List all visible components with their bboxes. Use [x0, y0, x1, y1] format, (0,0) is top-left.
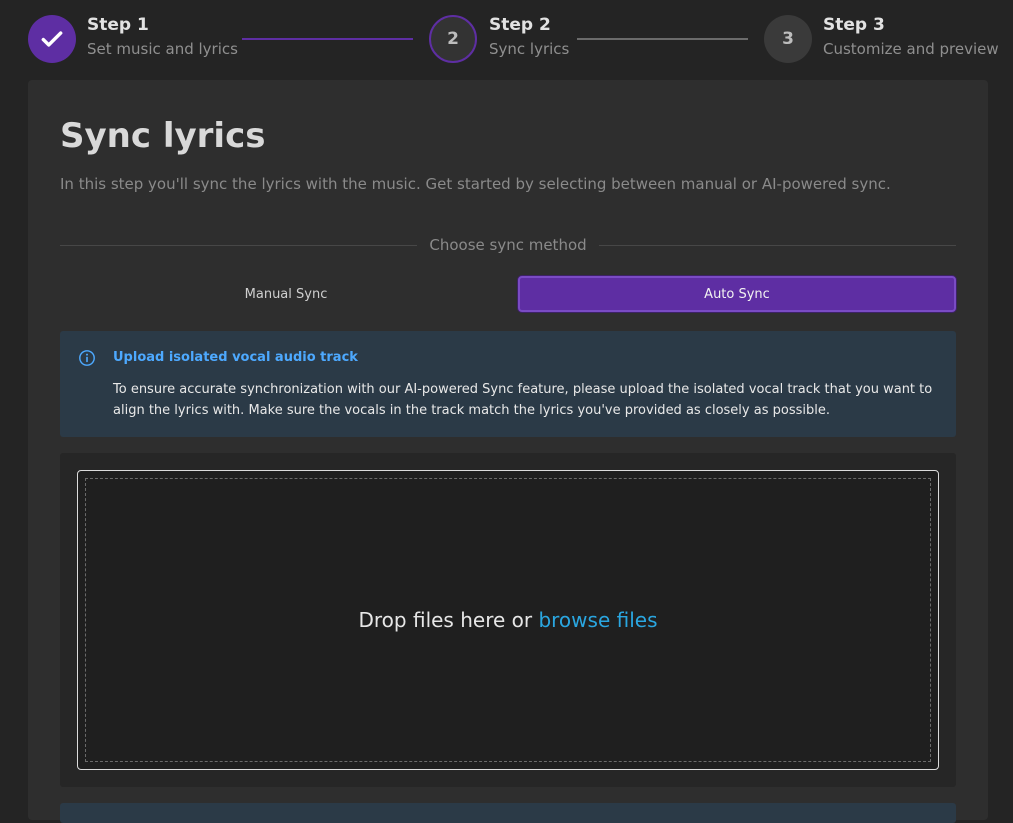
file-dropzone[interactable]: Drop files here or browse files [77, 470, 939, 770]
dropzone-prompt: Drop files here or [358, 608, 539, 632]
step-2-number: 2 [447, 29, 459, 49]
sync-method-divider: Choose sync method [60, 234, 957, 256]
step-2-subtitle: Sync lyrics [489, 40, 570, 58]
connector-1 [242, 38, 413, 40]
stepper: Step 1 Set music and lyrics 2 Step 2 Syn… [0, 0, 1013, 80]
dropzone-text: Drop files here or browse files [359, 608, 658, 632]
divider-line-left [60, 244, 418, 246]
alert-title: Upload isolated vocal audio track [113, 350, 358, 365]
sync-card: Sync lyrics In this step you'll sync the… [28, 80, 988, 823]
step-3-subtitle: Customize and preview [823, 40, 999, 58]
connector-2 [577, 38, 748, 40]
divider-line-right [598, 244, 957, 246]
step-1-title: Step 1 [87, 15, 149, 35]
dropzone-container: Drop files here or browse files [60, 453, 956, 787]
dropzone-dashed-area[interactable]: Drop files here or browse files [85, 478, 931, 762]
alert-body: To ensure accurate synchronization with … [113, 382, 933, 418]
step-2-circle[interactable]: 2 [429, 15, 477, 63]
step-1-subtitle: Set music and lyrics [87, 40, 238, 58]
step-1-circle[interactable] [28, 15, 76, 63]
page-title: Sync lyrics [60, 116, 266, 156]
step-2-text: Step 2 Sync lyrics [489, 14, 569, 60]
step-2-title: Step 2 [489, 15, 551, 35]
sync-method-label: Choose sync method [429, 236, 587, 254]
check-icon [41, 31, 63, 47]
info-icon [79, 350, 95, 366]
manual-sync-button[interactable]: Manual Sync [60, 276, 512, 312]
upload-info-alert: Upload isolated vocal audio track To ens… [60, 331, 956, 437]
step-3-circle[interactable]: 3 [764, 15, 812, 63]
step-3-number: 3 [782, 29, 794, 49]
page-description: In this step you'll sync the lyrics with… [60, 175, 891, 193]
auto-sync-button[interactable]: Auto Sync [518, 276, 956, 312]
step-3-title: Step 3 [823, 15, 885, 35]
next-section-panel [60, 803, 956, 823]
step-3-text: Step 3 Customize and preview [823, 14, 999, 60]
step-1-text: Step 1 Set music and lyrics [87, 14, 238, 60]
browse-files-link[interactable]: browse files [538, 608, 657, 632]
